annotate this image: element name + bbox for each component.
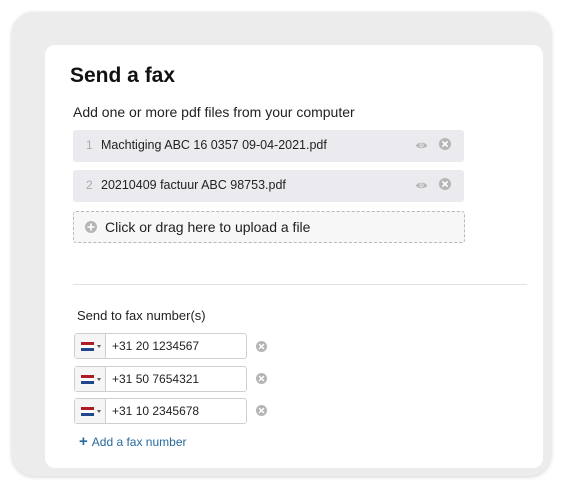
remove-file-icon[interactable] <box>439 138 451 150</box>
upload-dropzone[interactable]: Click or drag here to upload a file <box>73 211 465 243</box>
country-select[interactable] <box>75 399 106 423</box>
fax-number-input[interactable]: +31 10 2345678 <box>112 404 199 418</box>
fax-number-input[interactable]: +31 20 1234567 <box>112 339 199 353</box>
flag-nl-icon <box>81 407 94 416</box>
fax-number-field: +31 50 7654321 <box>74 366 247 392</box>
caret-down-icon <box>97 345 101 348</box>
fax-number-field: +31 10 2345678 <box>74 398 247 424</box>
dialog-frame: Send a fax Add one or more pdf files fro… <box>12 12 551 476</box>
fax-number-input[interactable]: +31 50 7654321 <box>112 372 199 386</box>
send-fax-card: Send a fax Add one or more pdf files fro… <box>45 45 543 468</box>
plus-circle-icon <box>85 221 97 233</box>
add-fax-number-link[interactable]: + Add a fax number <box>79 433 187 450</box>
add-fax-label: Add a fax number <box>91 434 187 449</box>
fax-section-label: Send to fax number(s) <box>77 308 206 323</box>
page-title: Send a fax <box>70 64 176 87</box>
caret-down-icon <box>97 378 101 381</box>
upload-label: Click or drag here to upload a file <box>105 219 311 235</box>
file-row: 1 Machtiging ABC 16 0357 09-04-2021.pdf <box>73 130 464 162</box>
flag-nl-icon <box>81 375 94 384</box>
country-select[interactable] <box>75 334 106 358</box>
remove-fax-icon[interactable] <box>256 373 267 384</box>
flag-nl-icon <box>81 342 94 351</box>
section-divider <box>73 284 527 285</box>
caret-down-icon <box>97 410 101 413</box>
eye-icon[interactable] <box>415 139 428 152</box>
remove-file-icon[interactable] <box>439 178 451 190</box>
remove-fax-icon[interactable] <box>256 341 267 352</box>
eye-icon[interactable] <box>415 179 428 192</box>
country-select[interactable] <box>75 367 106 391</box>
files-section-label: Add one or more pdf files from your comp… <box>73 104 355 120</box>
file-index: 1 <box>86 138 93 152</box>
file-name: 20210409 factuur ABC 98753.pdf <box>101 178 286 192</box>
plus-icon: + <box>79 433 88 450</box>
file-name: Machtiging ABC 16 0357 09-04-2021.pdf <box>101 138 327 152</box>
file-index: 2 <box>86 178 93 192</box>
remove-fax-icon[interactable] <box>256 405 267 416</box>
fax-number-field: +31 20 1234567 <box>74 333 247 359</box>
file-row: 2 20210409 factuur ABC 98753.pdf <box>73 170 464 202</box>
